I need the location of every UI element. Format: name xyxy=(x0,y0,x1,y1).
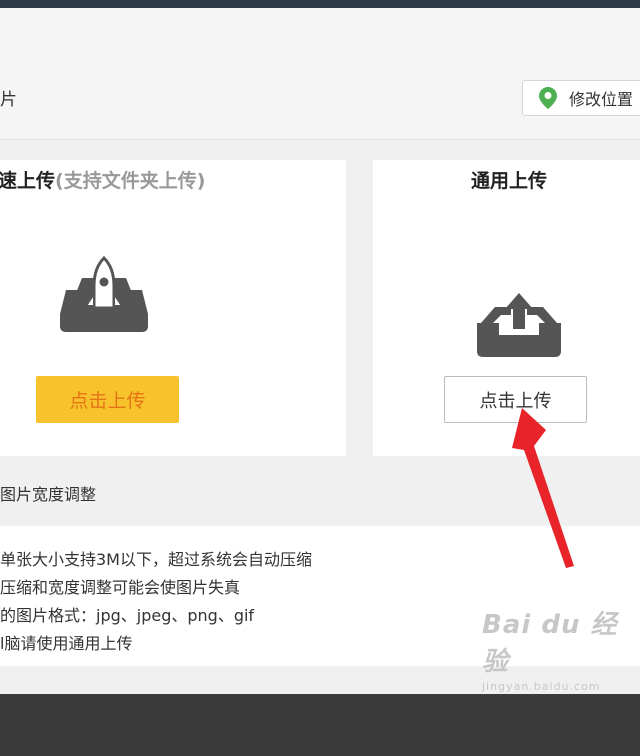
note-line: l脑请使用通用上传 xyxy=(0,634,133,653)
width-adjust-option[interactable]: 图片宽度调整 xyxy=(0,481,96,505)
baidu-watermark: Bai du 经验 jingyan.baidu.com xyxy=(482,604,640,693)
watermark-sub: jingyan.baidu.com xyxy=(482,680,601,693)
note-line: 压缩和宽度调整可能会使图片失真 xyxy=(0,578,241,597)
fast-upload-subtitle: (支持文件夹上传) xyxy=(55,170,206,192)
fast-upload-panel: 速上传(支持文件夹上传) 点击上传 xyxy=(0,160,346,456)
change-location-label: 修改位置 xyxy=(569,90,634,109)
upload-tray-icon xyxy=(477,293,561,357)
note-line: 单张大小支持3M以下，超过系统会自动压缩 xyxy=(0,550,312,569)
fast-upload-button[interactable]: 点击上传 xyxy=(36,376,179,423)
footer-bar xyxy=(0,694,640,756)
rocket-tray-icon xyxy=(60,256,148,332)
change-location-button[interactable]: 修改位置 xyxy=(522,80,640,116)
header-area xyxy=(0,8,640,140)
watermark-main: Bai du 经验 xyxy=(482,610,618,677)
note-line: 的图片格式：jpg、jpeg、png、gif xyxy=(0,606,255,625)
window-top-bar xyxy=(0,0,640,8)
fast-upload-title: 速上传(支持文件夹上传) xyxy=(0,166,205,193)
general-upload-button[interactable]: 点击上传 xyxy=(444,376,587,423)
page-crumb: 片 xyxy=(0,90,17,110)
fast-upload-title-text: 速上传 xyxy=(0,170,56,192)
general-upload-title: 通用上传 xyxy=(471,170,548,192)
location-pin-icon xyxy=(539,87,557,109)
general-upload-panel: 通用上传 点击上传 xyxy=(373,160,640,456)
